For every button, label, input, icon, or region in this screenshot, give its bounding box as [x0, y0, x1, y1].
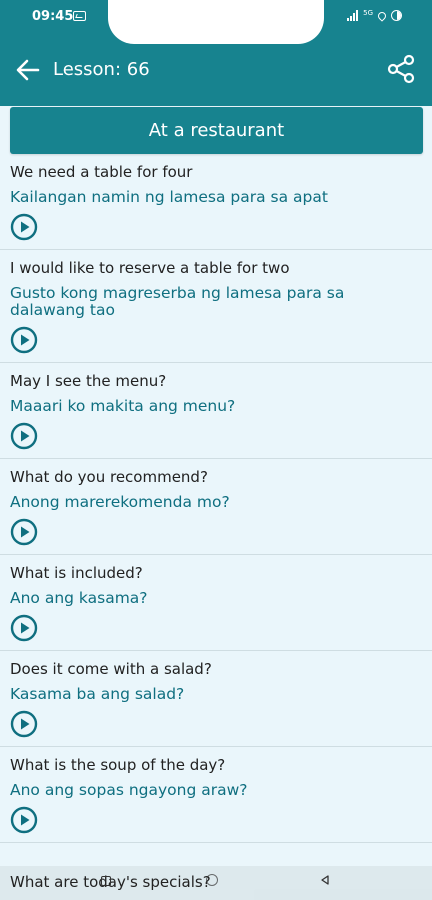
message-icon [73, 11, 86, 21]
list-item: Does it come with a salad? Kasama ba ang… [0, 651, 432, 747]
english-phrase: What is the soup of the day? [10, 756, 226, 774]
status-icons: 5G [347, 8, 402, 22]
list-item: May I see the menu? Maaari ko makita ang… [0, 363, 432, 459]
translated-phrase: Maaari ko makita ang menu? [10, 397, 236, 415]
play-audio-icon[interactable] [10, 518, 38, 546]
status-time: 09:45 [32, 9, 74, 24]
list-item: We need a table for four Kailangan namin… [0, 154, 432, 250]
data-saver-icon [376, 9, 388, 22]
translated-phrase: Kailangan namin ng lamesa para sa apat [10, 188, 328, 206]
translated-phrase: Ano ang sopas ngayong araw? [10, 781, 248, 799]
camera-notch [108, 0, 324, 44]
battery-icon [391, 10, 402, 21]
play-audio-icon[interactable] [10, 806, 38, 834]
nav-back-icon[interactable] [320, 875, 330, 885]
app-header: 09:45 5G Lesson: 66 [0, 0, 432, 106]
play-audio-icon[interactable] [10, 614, 38, 642]
network-label: 5G [363, 8, 373, 17]
translated-phrase: Kasama ba ang salad? [10, 685, 185, 703]
page-title: Lesson: 66 [53, 59, 150, 80]
play-audio-icon[interactable] [10, 326, 38, 354]
play-audio-icon[interactable] [10, 422, 38, 450]
english-phrase: What is included? [10, 564, 143, 582]
list-item: What is the soup of the day? Ano ang sop… [0, 747, 432, 843]
list-item: What is included? Ano ang kasama? [0, 555, 432, 651]
home-icon[interactable] [206, 874, 218, 886]
english-phrase: We need a table for four [10, 163, 193, 181]
signal-icon [347, 10, 359, 21]
translated-phrase: Ano ang kasama? [10, 589, 148, 607]
recent-apps-icon[interactable] [101, 876, 111, 886]
translated-phrase: Anong marerekomenda mo? [10, 493, 230, 511]
english-phrase: What do you recommend? [10, 468, 208, 486]
list-item: I would like to reserve a table for two … [0, 250, 432, 363]
play-audio-icon[interactable] [10, 213, 38, 241]
list-item: What do you recommend? Anong marerekomen… [0, 459, 432, 555]
toolbar: Lesson: 66 [0, 48, 432, 92]
english-phrase: Does it come with a salad? [10, 660, 212, 678]
share-icon[interactable] [386, 54, 416, 84]
translated-phrase: Gusto kong magreserba ng lamesa para sa … [10, 284, 345, 319]
phrase-list: We need a table for four Kailangan namin… [0, 154, 432, 843]
english-phrase: May I see the menu? [10, 372, 167, 390]
back-arrow-icon[interactable] [14, 56, 42, 84]
english-phrase: I would like to reserve a table for two [10, 259, 290, 277]
play-audio-icon[interactable] [10, 710, 38, 738]
lesson-topic-banner: At a restaurant [10, 107, 423, 154]
